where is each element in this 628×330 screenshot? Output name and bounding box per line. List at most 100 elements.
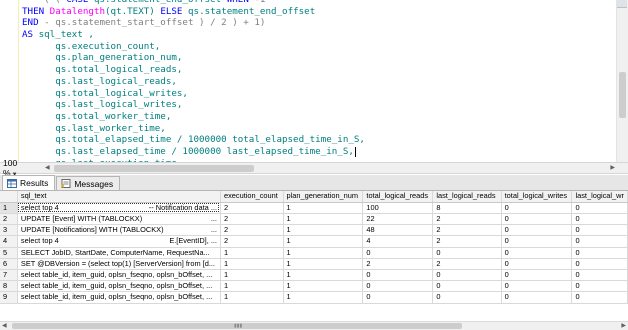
table-cell[interactable]: 0 [501,235,573,248]
code-line[interactable]: AS sql_text , [0,29,365,41]
table-cell[interactable]: 2 [432,213,502,226]
tab-results[interactable]: Results [2,175,56,190]
tab-messages[interactable]: Messages [56,176,121,190]
table-cell[interactable]: 0 [501,213,573,226]
table-cell[interactable]: 0 [432,291,502,304]
table-cell[interactable]: 1 [283,258,364,270]
table-cell[interactable]: 1 [283,235,364,248]
table-cell[interactable]: 1 [283,247,364,259]
table-cell[interactable]: 2 [432,258,502,270]
row-number[interactable]: 8 [0,280,18,293]
column-header[interactable]: total_logical_reads [362,191,434,203]
row-number[interactable]: 1 [0,202,18,214]
scroll-right-icon[interactable]: ▶ [621,322,626,330]
sql-text-cell[interactable]: SET @DBVersion = (select top(1) [ServerV… [17,258,221,270]
table-cell[interactable]: 1 [283,269,364,282]
code-line[interactable]: qs.execution_count, [0,40,365,53]
table-row[interactable]: 9 select table_id, item_guid, oplsn_fseqn… [0,291,628,304]
table-cell[interactable]: 0 [501,258,573,270]
table-cell[interactable]: 0 [571,235,628,248]
table-cell[interactable]: 2 [220,224,284,237]
sql-text-cell[interactable]: select top 4 E.[EventID], ... [17,235,221,248]
table-cell[interactable]: 2 [220,213,284,226]
column-header[interactable]: last_logical_wr [571,191,628,203]
row-number[interactable]: 2 [0,213,18,226]
table-cell[interactable]: 1 [220,280,284,293]
table-cell[interactable]: 0 [501,280,573,293]
row-number[interactable]: 9 [0,291,18,304]
table-cell[interactable]: 1 [283,280,364,293]
grid-corner[interactable] [0,191,18,203]
table-cell[interactable]: 0 [571,280,628,293]
table-cell[interactable]: 0 [571,213,628,226]
scroll-right-icon[interactable]: ▶ [610,164,615,173]
table-row[interactable]: 5 SELECT JobID, StartDate, ComputerName, … [0,247,628,259]
table-cell[interactable]: 2 [432,224,502,237]
table-cell[interactable]: 1 [220,269,284,282]
table-cell[interactable]: 0 [501,247,573,259]
table-cell[interactable]: 100 [362,202,434,214]
editor-vertical-scrollbar[interactable] [616,0,628,162]
sql-text-cell[interactable]: UPDATE [Notifications] WITH (TABLOCKX)..… [17,224,221,237]
editor-hscroll-thumb[interactable] [54,165,254,172]
code-line[interactable]: qs.last_logical_writes, [0,99,365,111]
code-line[interactable]: qs.last_logical_reads, [0,75,365,88]
table-cell[interactable]: 4 [362,235,434,248]
editor-scroll-thumb[interactable] [619,72,626,118]
code-line[interactable]: qs.last_elapsed_time / 1000000 last_elap… [0,145,365,158]
sql-text-cell[interactable]: UPDATE [Event] WITH (TABLOCKX)... [17,213,221,226]
column-header[interactable]: execution_count [220,191,284,203]
row-number[interactable]: 6 [0,258,18,270]
grid-horizontal-scrollbar[interactable]: ◀ ▮▮▮ ▶ [0,321,628,330]
table-cell[interactable]: 0 [362,269,434,282]
table-cell[interactable]: 0 [362,247,434,259]
row-number[interactable]: 4 [0,235,18,248]
table-row[interactable]: 3 UPDATE [Notifications] WITH (TABLOCKX).… [0,224,628,237]
sql-text-cell[interactable]: select table_id, item_guid, oplsn_fseqno… [17,291,221,304]
code-line[interactable]: qs.total_worker_time, [0,110,365,123]
table-cell[interactable]: 0 [362,291,434,304]
code-line[interactable]: qs.total_elapsed_time / 1000000 total_el… [0,134,365,146]
row-number[interactable]: 7 [0,269,18,282]
editor-code-lines[interactable]: ( ( CASE qs.statement_end_offset WHEN -1… [0,0,365,162]
table-cell[interactable]: 1 [220,258,284,270]
sql-text-cell[interactable]: select table_id, item_guid, oplsn_fseqno… [17,280,221,293]
table-cell[interactable]: 0 [501,291,573,304]
table-cell[interactable]: 1 [283,202,364,214]
table-cell[interactable]: 0 [432,269,502,282]
table-cell[interactable]: 1 [220,247,284,259]
query-editor[interactable]: ( ( CASE qs.statement_end_offset WHEN -1… [0,0,628,162]
table-cell[interactable]: 0 [432,247,502,259]
code-line[interactable]: qs.last_worker_time, [0,122,365,135]
table-cell[interactable]: 2 [220,202,284,214]
column-header[interactable]: sql_text [17,191,221,203]
code-line[interactable]: qs.plan_generation_num, [0,52,365,64]
scroll-left-icon[interactable]: ◀ [2,322,7,330]
table-cell[interactable]: 0 [501,202,573,214]
code-line[interactable]: THEN Datalength (qt.TEXT) ELSE qs.stateme… [0,5,365,18]
table-row[interactable]: 6 SET @DBVersion = (select top(1) [Server… [0,258,628,270]
row-number[interactable]: 5 [0,247,18,259]
table-cell[interactable]: 2 [220,235,284,248]
row-number[interactable]: 3 [0,224,18,237]
table-cell[interactable]: 1 [220,291,284,304]
table-cell[interactable]: 22 [362,213,434,226]
table-cell[interactable]: 0 [571,224,628,237]
table-cell[interactable]: 0 [571,258,628,270]
column-header[interactable]: last_logical_reads [432,191,502,203]
table-cell[interactable]: 0 [571,291,628,304]
table-cell[interactable]: 0 [432,280,502,293]
column-header[interactable]: total_logical_writes [501,191,573,203]
table-cell[interactable]: 0 [362,280,434,293]
table-cell[interactable]: 1 [283,224,364,237]
table-row[interactable]: 8 select table_id, item_guid, oplsn_fseqn… [0,280,628,293]
table-cell[interactable]: 0 [571,247,628,259]
editor-horizontal-scrollbar[interactable]: ◀ ▶ [44,164,616,173]
code-line[interactable]: qs.total_logical_writes, [0,87,365,100]
table-cell[interactable]: 0 [501,224,573,237]
column-header[interactable]: plan_generation_num [283,191,364,203]
table-cell[interactable]: 0 [571,202,628,214]
table-row[interactable]: 4 select top 4 E.[EventID], ... 2 1 4 2 0 0 [0,235,628,248]
sql-text-cell[interactable]: select top 4 -- Notification data ... [17,202,221,214]
code-line[interactable]: END - qs.statement_start_offset ) / 2 ) … [0,17,365,29]
